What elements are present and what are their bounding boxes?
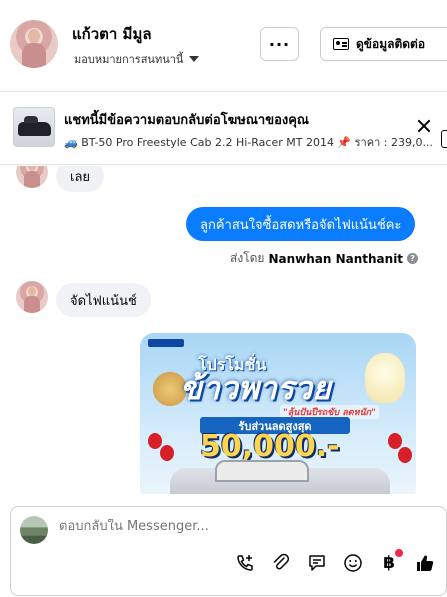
close-icon[interactable] (416, 118, 432, 134)
ad-reply-banner: แชทนี้มีข้อความตอบกลับต่อโฆษณาของคุณ 🚙 B… (0, 93, 447, 165)
more-options-button[interactable]: ··· (260, 27, 299, 61)
sent-by-name: Nanwhan Nanthanit (268, 251, 404, 266)
baht-icon[interactable]: ฿ (379, 549, 403, 573)
ad-banner-title: แชทนี้มีข้อความตอบกลับต่อโฆษณาของคุณ (64, 113, 309, 128)
balloon-icon (388, 433, 402, 449)
message-incoming[interactable]: จัดไฟแน้นช์ (56, 283, 151, 317)
composer-toolbar: ฿ (235, 549, 435, 573)
thumbs-up-icon[interactable] (415, 553, 435, 573)
assign-label: มอบหมายการสนทนานี้ (74, 53, 184, 66)
balloon-icon (160, 445, 174, 461)
balloon-icon (398, 447, 412, 463)
emoji-icon[interactable] (343, 553, 363, 573)
sender-avatar (16, 281, 48, 313)
rice-sack-image (365, 353, 405, 403)
contact-avatar[interactable] (10, 20, 58, 68)
ad-banner-subtitle[interactable]: 🚙 BT-50 Pro Freestyle Cab 2.2 Hi-Racer M… (64, 133, 433, 151)
attachment-icon[interactable] (271, 553, 291, 573)
sent-by-prefix: ส่งโดย (230, 251, 265, 265)
balloon-icon (148, 433, 162, 449)
contact-name[interactable]: แก้วตา มีมูล (72, 22, 152, 46)
sender-avatar (16, 166, 48, 188)
contact-card-icon (333, 38, 349, 50)
conversation-header: แก้วตา มีมูล มอบหมายการสนทนานี้ ··· ดูข้… (0, 0, 447, 92)
assign-conversation-dropdown[interactable]: มอบหมายการสนทนานี้ (74, 50, 200, 68)
ad-thumbnail[interactable] (13, 107, 55, 147)
view-contact-button[interactable]: ดูข้อมูลติดต่อ (320, 27, 447, 61)
message-outgoing[interactable]: ลูกค้าสนใจซื้อสดหรือจัดไฟแน้นช์คะ (186, 207, 416, 241)
message-thread: เลย ลูกค้าสนใจซื้อสดหรือจัดไฟแน้นช์คะ ส่… (0, 166, 447, 494)
caret-down-icon (189, 56, 200, 62)
chat-bubble-icon[interactable] (307, 553, 327, 573)
reply-composer: ฿ (10, 506, 447, 596)
cars-image (170, 460, 390, 494)
message-incoming[interactable]: เลย (56, 166, 105, 192)
page-avatar (20, 516, 48, 544)
notification-dot (395, 549, 403, 557)
call-add-icon[interactable] (235, 553, 255, 573)
promo-image-message[interactable]: โปรโมชั่น ข้าวพารวย "ลุ้นปันปีรถขับ ลดหน… (140, 333, 416, 494)
logo-ribbon (148, 339, 184, 347)
promo-amount: 50,000.- (200, 429, 340, 464)
messenger-conversation: แก้วตา มีมูล มอบหมายการสนทนานี้ ··· ดูข้… (0, 0, 447, 597)
sent-by-label: ส่งโดย Nanwhan Nanthanit ? (230, 249, 419, 268)
view-contact-label: ดูข้อมูลติดต่อ (356, 36, 426, 51)
panel-edge-icon[interactable] (441, 130, 447, 148)
help-icon[interactable]: ? (407, 253, 419, 264)
reply-input[interactable] (59, 519, 359, 534)
